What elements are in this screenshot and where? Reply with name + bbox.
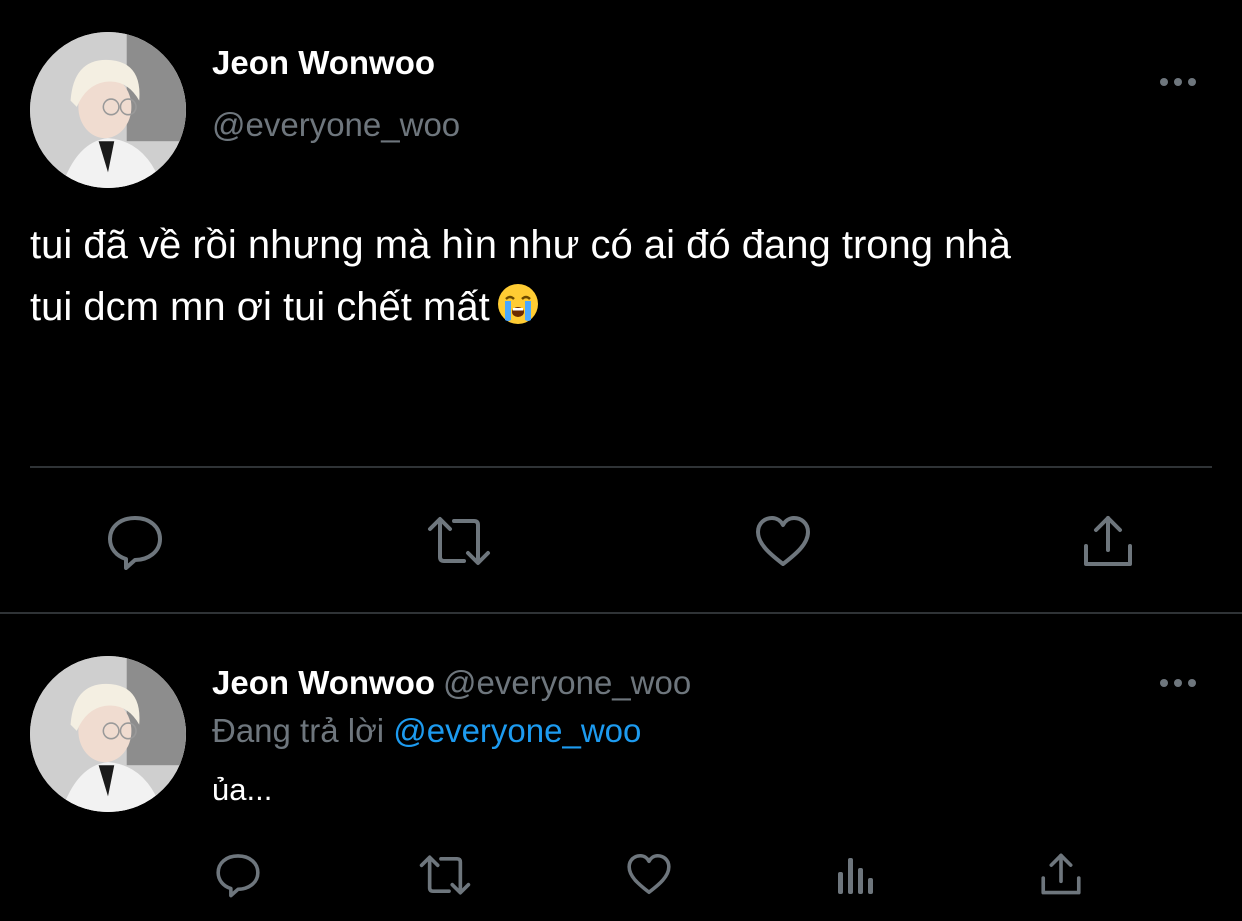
avatar[interactable] — [30, 32, 186, 188]
more-options-icon[interactable] — [1158, 676, 1198, 690]
retweet-icon[interactable] — [418, 854, 472, 896]
tweet-text: tui đã về rồi nhưng mà hìn như có ai đó … — [30, 214, 1220, 338]
author-handle[interactable]: @everyone_woo — [443, 664, 691, 701]
replying-prefix: Đang trả lời — [212, 712, 385, 749]
avatar-image — [30, 32, 186, 188]
replying-to: Đang trả lời @everyone_woo — [212, 712, 641, 750]
loudly-crying-face-icon — [497, 284, 538, 324]
share-icon[interactable] — [1040, 852, 1082, 896]
divider — [30, 466, 1212, 468]
divider — [0, 612, 1242, 614]
tweet-text: ủa... — [212, 772, 273, 807]
reply-icon[interactable] — [215, 852, 261, 898]
avatar-image — [30, 656, 186, 812]
reply-header: Jeon Wonwoo @everyone_woo — [212, 664, 691, 702]
like-icon[interactable] — [626, 852, 672, 896]
author-handle[interactable]: @everyone_woo — [212, 106, 460, 144]
reply-icon[interactable] — [106, 514, 164, 570]
like-icon[interactable] — [754, 514, 812, 568]
tweet-text-line: tui dcm mn ơi tui chết mất — [30, 285, 490, 329]
author-name[interactable]: Jeon Wonwoo — [212, 664, 435, 701]
more-options-icon[interactable] — [1158, 75, 1198, 89]
tweet-text-line: tui đã về rồi nhưng mà hìn như có ai đó … — [30, 223, 1011, 267]
main-tweet: Jeon Wonwoo @everyone_woo tui đã về rồi … — [0, 0, 1242, 612]
tweet-text-line-with-emoji: tui dcm mn ơi tui chết mất — [30, 276, 1220, 338]
retweet-icon[interactable] — [426, 515, 492, 567]
replying-to-link[interactable]: @everyone_woo — [393, 712, 641, 749]
share-icon[interactable] — [1082, 514, 1134, 568]
author-name[interactable]: Jeon Wonwoo — [212, 44, 435, 82]
avatar[interactable] — [30, 656, 186, 812]
analytics-icon[interactable] — [836, 854, 878, 896]
